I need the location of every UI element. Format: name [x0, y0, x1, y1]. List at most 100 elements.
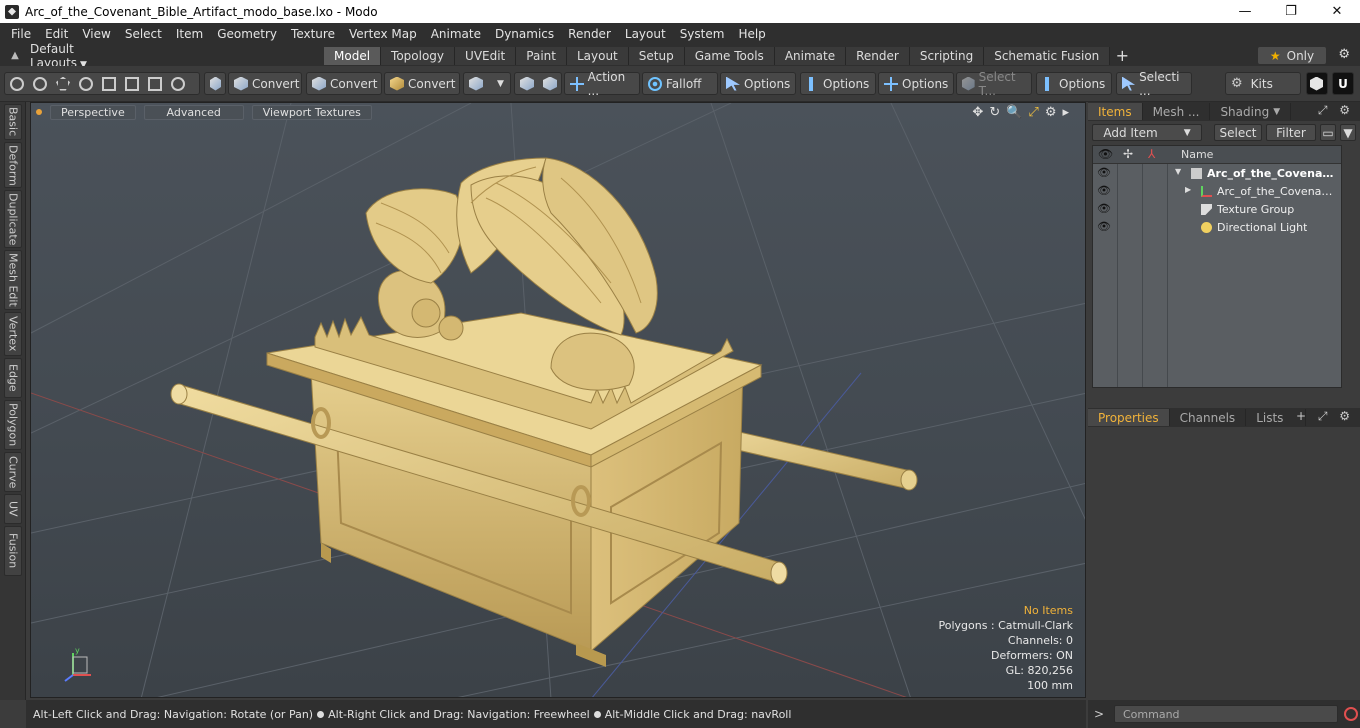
menu-animate[interactable]: Animate — [424, 27, 488, 41]
vtab-duplicate[interactable]: Duplicate — [4, 190, 22, 248]
vtab-vertex[interactable]: Vertex — [4, 312, 22, 356]
type-header-icon[interactable]: ⅄ — [1148, 147, 1155, 161]
tab-setup[interactable]: Setup — [628, 46, 685, 65]
eye-icon[interactable]: 👁 — [1097, 184, 1111, 197]
select-items-icon[interactable] — [79, 76, 93, 91]
selection-sets-button[interactable]: Selecti ... — [1116, 70, 1192, 98]
convert-button-2[interactable]: Convert — [306, 72, 382, 95]
tab-layout[interactable]: Layout — [566, 46, 629, 65]
list-item-directional-light[interactable]: 👁 Directional Light — [1093, 219, 1341, 237]
filter-funnel-icon[interactable]: ▼ — [1340, 124, 1356, 141]
convert-button-1[interactable]: Convert — [228, 72, 302, 95]
tab-items[interactable]: Items — [1088, 103, 1143, 120]
close-button[interactable]: ✕ — [1314, 0, 1360, 23]
advanced-dropdown[interactable]: Advanced — [143, 104, 244, 120]
fit-icon[interactable]: ⤢ — [1028, 105, 1038, 120]
menu-geometry[interactable]: Geometry — [210, 27, 284, 41]
visibility-header-icon[interactable]: 👁 — [1098, 147, 1113, 161]
list-item-mesh[interactable]: 👁 ▶ Arc_of_the_Covenant... — [1093, 183, 1341, 201]
select-through-button[interactable]: Select T... — [956, 70, 1032, 98]
menu-render[interactable]: Render — [561, 27, 618, 41]
mesh-item-button[interactable] — [204, 72, 226, 95]
item-list-scrollbar[interactable] — [1342, 145, 1356, 388]
menu-layout[interactable]: Layout — [618, 27, 673, 41]
tab-topology[interactable]: Topology — [381, 46, 456, 65]
name-column-header[interactable]: Name — [1181, 148, 1213, 161]
add-layout-tab-button[interactable]: + — [1110, 46, 1134, 65]
select-materials-icon[interactable] — [102, 76, 116, 91]
list-item-scene[interactable]: 👁 ▼ Arc_of_the_Covenan... — [1093, 165, 1341, 183]
tab-mesh[interactable]: Mesh ... — [1143, 103, 1211, 120]
collapse-triangle-icon[interactable]: ▶ — [1185, 185, 1191, 194]
tab-properties[interactable]: Properties — [1088, 409, 1170, 426]
perspective-dropdown[interactable]: Perspective — [50, 104, 136, 120]
only-toggle[interactable]: ★ Only — [1258, 47, 1326, 64]
kits-button[interactable]: ⚙ Kits — [1225, 72, 1301, 95]
select-edges-icon[interactable] — [33, 76, 47, 91]
viewport-gear-icon[interactable]: ⚙ — [1045, 105, 1057, 120]
symmetry-options-button[interactable]: Options — [800, 72, 876, 95]
vtab-fusion[interactable]: Fusion — [4, 526, 22, 576]
menu-select[interactable]: Select — [118, 27, 169, 41]
expand-triangle-icon[interactable]: ▼ — [1175, 167, 1181, 176]
menu-help[interactable]: Help — [731, 27, 772, 41]
vtab-mesh-edit[interactable]: Mesh Edit — [4, 250, 22, 310]
pan-icon[interactable]: ✥ — [972, 105, 983, 120]
zoom-icon[interactable]: 🔍 — [1006, 105, 1022, 120]
eye-icon[interactable]: 👁 — [1097, 202, 1111, 215]
menu-edit[interactable]: Edit — [38, 27, 75, 41]
menu-system[interactable]: System — [673, 27, 732, 41]
viewport-expand-icon[interactable]: ▸ — [1062, 105, 1069, 120]
filter-button[interactable]: Filter — [1266, 124, 1316, 141]
select-button[interactable]: Select — [1214, 124, 1262, 141]
menu-vertex-map[interactable]: Vertex Map — [342, 27, 424, 41]
tab-model[interactable]: Model — [324, 46, 382, 65]
minimize-button[interactable]: — — [1222, 0, 1268, 23]
viewport-textures-dropdown[interactable]: Viewport Textures — [251, 104, 372, 120]
tab-paint[interactable]: Paint — [516, 46, 567, 65]
command-input[interactable]: Command — [1114, 705, 1338, 723]
viewport-menu-dot-icon[interactable] — [36, 109, 42, 115]
collapse-list-icon[interactable]: ▭ — [1320, 124, 1336, 141]
menu-view[interactable]: View — [75, 27, 117, 41]
action-center-button[interactable]: Action ... — [564, 70, 640, 98]
menu-item[interactable]: Item — [169, 27, 210, 41]
tab-scripting[interactable]: Scripting — [909, 46, 985, 65]
properties-window-icons[interactable]: + ⤢ ⚙ — [1296, 409, 1354, 424]
eye-icon[interactable]: 👁 — [1097, 220, 1111, 233]
tab-render[interactable]: Render — [846, 46, 910, 65]
add-item-button[interactable]: Add Item ▼ — [1092, 124, 1202, 141]
symmetry-icon[interactable] — [171, 76, 185, 91]
select-vertices-icon[interactable] — [10, 76, 24, 91]
tab-uvedit[interactable]: UVEdit — [455, 46, 517, 65]
tab-channels[interactable]: Channels — [1170, 409, 1247, 426]
menu-texture[interactable]: Texture — [284, 27, 342, 41]
snapping-options-button[interactable]: Options — [1036, 72, 1112, 95]
vtab-edge[interactable]: Edge — [4, 358, 22, 398]
layout-gear-icon[interactable]: ⚙ — [1338, 47, 1350, 62]
tab-schematic-fusion[interactable]: Schematic Fusion — [984, 46, 1111, 65]
layout-collapse-icon[interactable]: ▲ — [0, 50, 30, 61]
unreal-button[interactable]: U — [1332, 72, 1354, 95]
unity-button[interactable] — [1306, 72, 1328, 95]
pivot-icon[interactable] — [148, 76, 162, 91]
vtab-polygon[interactable]: Polygon — [4, 400, 22, 450]
vtab-curve[interactable]: Curve — [4, 452, 22, 492]
center-icon[interactable] — [125, 76, 139, 91]
falloff-options-button[interactable]: Options — [720, 72, 796, 95]
action-options-button[interactable]: Options — [878, 72, 954, 95]
maximize-button[interactable]: ❐ — [1268, 0, 1314, 23]
snap-group[interactable] — [514, 72, 562, 95]
convert-button-3[interactable]: Convert — [384, 72, 460, 95]
eye-icon[interactable]: 👁 — [1097, 166, 1111, 179]
vtab-basic[interactable]: Basic — [4, 104, 22, 140]
record-macro-icon[interactable] — [1344, 707, 1358, 721]
select-polygons-icon[interactable] — [56, 76, 70, 91]
vtab-uv[interactable]: UV — [4, 494, 22, 524]
tab-animate[interactable]: Animate — [774, 46, 847, 65]
menu-dynamics[interactable]: Dynamics — [488, 27, 561, 41]
item-type-dropdown[interactable]: ▼ — [463, 72, 511, 95]
3d-viewport[interactable]: Perspective Advanced Viewport Textures ✥… — [30, 102, 1086, 698]
rotate-icon[interactable]: ↻ — [989, 105, 1000, 120]
tab-shading[interactable]: Shading ▼ — [1210, 103, 1292, 120]
